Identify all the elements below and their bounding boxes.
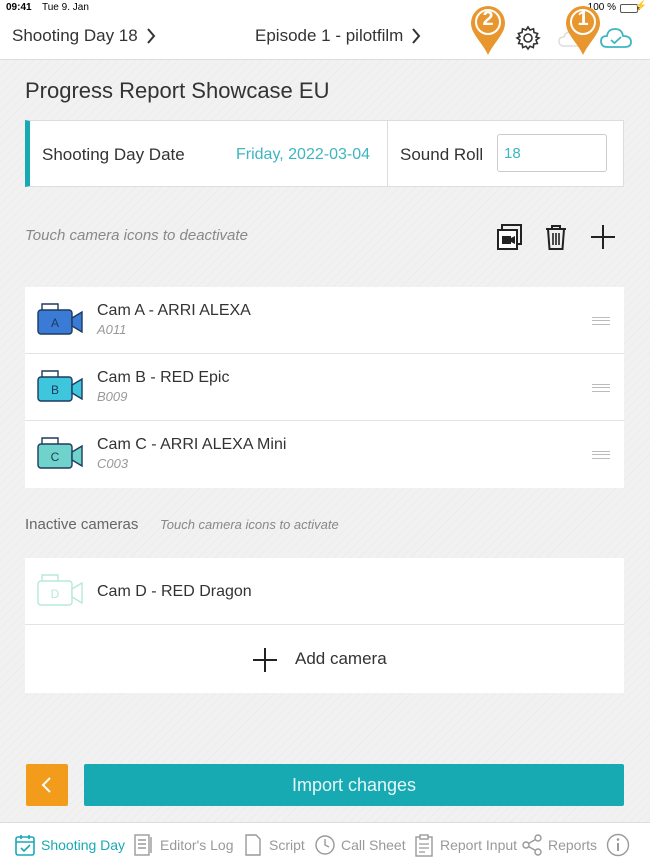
active-camera-list: A Cam A - ARRI ALEXA A011 B Cam B - RED … [25, 287, 624, 488]
camera-row[interactable]: D Cam D - RED Dragon [25, 558, 624, 625]
tab-label: Shooting Day [41, 837, 126, 853]
share-icon [522, 834, 542, 856]
navigation-bar: Shooting Day 18 Episode 1 - pilotfilm [0, 16, 650, 60]
inactive-cameras-title: Inactive cameras [25, 516, 139, 533]
shooting-day-date-picker[interactable]: Friday, 2022-03-04 [236, 146, 370, 164]
tab-shooting-day[interactable]: Shooting Day [14, 833, 125, 857]
tab-label: Reports [548, 837, 598, 853]
annotation-marker-2: 2 [468, 4, 508, 56]
inactive-cameras-hint: Touch camera icons to activate [160, 517, 339, 532]
camera-letter: C [51, 450, 60, 464]
camera-letter: A [51, 316, 59, 330]
shooting-day-date-label: Shooting Day Date [42, 145, 185, 164]
shooting-day-card: Shooting Day Date Friday, 2022-03-04 Sou… [25, 120, 624, 187]
chevron-right-icon [412, 28, 421, 44]
camera-name: Cam B - RED Epic [97, 369, 230, 386]
camera-name: Cam D - RED Dragon [97, 583, 252, 600]
camera-letter: D [51, 587, 60, 601]
camera-name: Cam C - ARRI ALEXA Mini [97, 436, 287, 453]
page-title: Progress Report Showcase EU [25, 78, 330, 103]
add-icon[interactable] [588, 222, 618, 252]
tab-label: Editor's Log [160, 837, 234, 853]
gear-icon[interactable] [515, 25, 541, 51]
drag-handle-icon[interactable] [592, 451, 610, 459]
sound-roll-label: Sound Roll [400, 145, 484, 164]
chevron-left-icon [41, 777, 51, 793]
camera-row[interactable]: A Cam A - ARRI ALEXA A011 [25, 287, 624, 354]
inactive-camera-list: D Cam D - RED Dragon Add camera [25, 558, 624, 693]
camera-code: B009 [97, 389, 128, 404]
back-button[interactable] [26, 764, 68, 806]
drag-handle-icon[interactable] [592, 317, 610, 325]
info-button[interactable] [606, 833, 630, 857]
tab-label: Call Sheet [341, 837, 406, 853]
copy-camera-icon[interactable] [495, 222, 525, 252]
add-camera-button[interactable]: Add camera [25, 625, 624, 693]
tab-label: Report Input [440, 837, 518, 853]
divider [387, 121, 388, 186]
camera-icon[interactable]: B [36, 367, 84, 405]
tab-script[interactable]: Script [242, 833, 305, 857]
tab-editors-log[interactable]: Editor's Log [133, 833, 234, 857]
camera-icon[interactable]: D [36, 571, 84, 609]
camera-name: Cam A - ARRI ALEXA [97, 302, 251, 319]
clock-icon [315, 835, 335, 855]
info-icon [606, 833, 630, 857]
camera-code: A011 [97, 322, 127, 337]
script-icon [245, 834, 261, 856]
camera-code: C003 [97, 456, 129, 471]
camera-icon[interactable]: C [36, 434, 84, 472]
camera-icon[interactable]: A [36, 300, 84, 338]
clipboard-icon [415, 834, 433, 857]
status-date: Tue 9. Jan [42, 2, 89, 13]
tab-label: Script [269, 837, 305, 853]
marker-number: 2 [482, 8, 494, 30]
camera-letter: B [51, 383, 59, 397]
camera-row[interactable]: B Cam B - RED Epic B009 [25, 354, 624, 421]
tab-bar: Shooting Day Editor's Log Script Call Sh… [0, 822, 650, 866]
tab-call-sheet[interactable]: Call Sheet [314, 833, 406, 857]
marker-number: 1 [577, 8, 589, 30]
tab-report-input[interactable]: Report Input [413, 833, 517, 857]
add-camera-label: Add camera [295, 649, 387, 668]
sound-roll-input[interactable] [497, 134, 607, 172]
editor-log-icon [134, 834, 152, 856]
camera-row[interactable]: C Cam C - ARRI ALEXA Mini C003 [25, 421, 624, 488]
add-icon [253, 648, 277, 672]
shooting-day-nav-label: Shooting Day 18 [12, 26, 138, 45]
chevron-right-icon [146, 28, 156, 44]
import-changes-button[interactable]: Import changes [84, 764, 624, 806]
status-bar: 09:41 Tue 9. Jan 100 % ⚡ [0, 0, 650, 16]
episode-nav-label: Episode 1 - pilotfilm [255, 26, 404, 45]
episode-nav-button[interactable]: Episode 1 - pilotfilm [255, 26, 421, 46]
status-time: 09:41 [6, 2, 32, 13]
tab-reports[interactable]: Reports [521, 833, 597, 857]
shooting-day-nav-button[interactable]: Shooting Day 18 [12, 26, 156, 46]
active-cameras-hint: Touch camera icons to deactivate [25, 227, 248, 244]
trash-icon[interactable] [541, 222, 571, 252]
annotation-marker-1: 1 [563, 4, 603, 56]
charging-icon: ⚡ [634, 1, 647, 12]
cloud-sync-icon[interactable] [600, 27, 632, 49]
calendar-icon [15, 835, 35, 856]
drag-handle-icon[interactable] [592, 384, 610, 392]
